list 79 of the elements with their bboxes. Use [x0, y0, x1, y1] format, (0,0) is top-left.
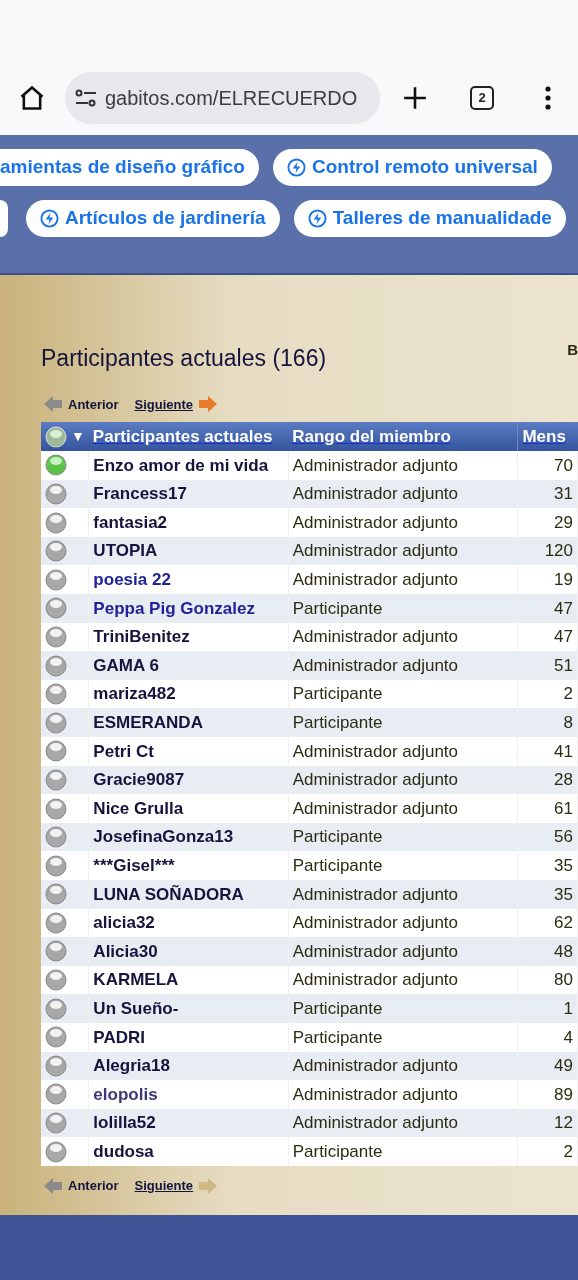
member-name-link[interactable]: dudosa [88, 1137, 289, 1166]
status-dot-icon [45, 425, 67, 448]
table-cell: Administrador adjunto [288, 880, 518, 909]
member-name-link[interactable]: UTOPIA [88, 536, 289, 566]
table-cell: Participante [288, 594, 518, 623]
table-cell: Administrador adjunto [288, 937, 518, 966]
member-name-link[interactable]: Alegria18 [88, 1051, 289, 1081]
table-cell: Participante [288, 708, 518, 738]
table-cell: 51 [517, 651, 578, 680]
new-tab-icon[interactable] [402, 84, 428, 111]
home-icon[interactable] [18, 83, 46, 112]
table-cell: Administrador adjunto [288, 508, 518, 537]
table-cell: Administrador adjunto [288, 451, 518, 480]
table-cell: 49 [517, 1051, 578, 1081]
table-cell: Participante [288, 822, 518, 852]
table-cell: Administrador adjunto [288, 737, 518, 766]
suggestion-chip[interactable] [0, 200, 8, 237]
table-cell: Participante [288, 994, 518, 1023]
page-title: Participantes actuales (166) [41, 345, 327, 373]
suggestion-chip[interactable]: Talleres de manualidade [293, 200, 566, 237]
table-cell: Administrador adjunto [288, 765, 518, 795]
side-text: B [567, 340, 578, 360]
site-settings-icon[interactable] [75, 87, 97, 108]
table-cell: Administrador adjunto [288, 536, 518, 566]
table-cell: 89 [517, 1080, 578, 1109]
address-bar[interactable]: gabitos.com/ELRECUERDO [65, 71, 380, 124]
table-cell: 61 [517, 794, 578, 823]
table-cell: 28 [517, 765, 578, 795]
bolt-icon [307, 209, 327, 228]
member-name-link[interactable]: GAMA 6 [88, 651, 289, 680]
previous-link[interactable]: Anterior [68, 1175, 119, 1196]
tab-count-button[interactable]: 2 [470, 85, 494, 110]
table-cell: 29 [517, 508, 578, 537]
table-cell: 48 [517, 937, 578, 966]
next-link[interactable]: Siguiente [134, 394, 194, 415]
bolt-icon [286, 158, 306, 177]
member-name-link[interactable]: ESMERANDA [88, 708, 289, 738]
table-cell: Administrador adjunto [288, 479, 518, 509]
member-name-link[interactable]: elopolis [88, 1080, 289, 1109]
member-name-link[interactable]: Un Sueño- [88, 994, 289, 1023]
bolt-icon [40, 209, 59, 228]
member-name-link[interactable]: fantasia2 [88, 508, 289, 537]
table-cell: Administrador adjunto [288, 1108, 518, 1138]
table-cell: Administrador adjunto [288, 1080, 518, 1109]
suggestion-chip[interactable]: amientas de diseño gráfico [0, 149, 259, 186]
previous-link[interactable]: Anterior [68, 394, 119, 415]
table-cell: 4 [517, 1022, 578, 1052]
menu-icon[interactable] [544, 85, 552, 110]
member-name-link[interactable]: JosefinaGonza13 [88, 822, 289, 852]
member-name-link[interactable]: Petri Ct [88, 737, 289, 766]
table-cell: 120 [517, 536, 578, 566]
table-cell: 12 [517, 1108, 578, 1138]
table-cell: 35 [517, 880, 578, 909]
table-cell: Administrador adjunto [288, 651, 518, 680]
url-text: gabitos.com/ELRECUERDO [105, 85, 358, 111]
table-cell: 1 [517, 994, 578, 1023]
table-cell: Participante [288, 1137, 518, 1166]
table-cell: 8 [517, 708, 578, 738]
member-name-link[interactable]: Enzo amor de mi vida [88, 451, 289, 480]
suggestion-chip[interactable]: Artículos de jardinería [26, 200, 280, 237]
table-cell: Administrador adjunto [288, 1051, 518, 1081]
table-cell: Participante [288, 1022, 518, 1052]
table-cell: 70 [517, 451, 578, 480]
table-cell: 2 [517, 1137, 578, 1166]
table-cell: 31 [517, 479, 578, 509]
member-name-link[interactable]: lolilla52 [88, 1108, 289, 1138]
table-cell: 41 [517, 737, 578, 766]
member-name-link[interactable]: Nice Grulla [88, 794, 289, 823]
table-cell: Administrador adjunto [288, 794, 518, 823]
member-name-link[interactable]: LUNA SOÑADORA [88, 880, 289, 909]
member-name-link[interactable]: Francess17 [88, 479, 289, 509]
next-link[interactable]: Siguiente [134, 1175, 194, 1196]
suggestion-chip[interactable]: Control remoto universal [272, 149, 552, 186]
member-name-link[interactable]: PADRI [88, 1022, 289, 1052]
table-cell: 47 [517, 594, 578, 623]
member-name-link[interactable]: Alicia30 [88, 937, 289, 966]
member-name-link[interactable]: Peppa Pig Gonzalez [88, 594, 289, 623]
table-cell: 56 [517, 822, 578, 852]
member-name-link[interactable]: Gracie9087 [88, 765, 289, 795]
